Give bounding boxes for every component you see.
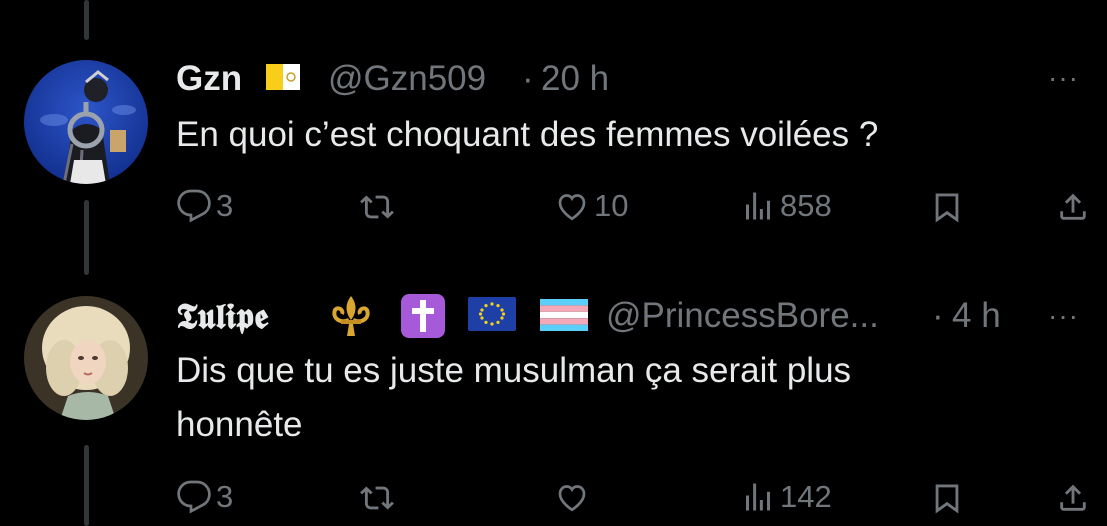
user-handle[interactable]: @Gzn509 [328,59,486,99]
separator-dot: · [522,59,534,98]
tweet-text: En quoi c’est choquant des femmes voilée… [176,115,879,154]
heart-icon [558,485,586,512]
user-handle[interactable]: @PrincessBore... [606,296,879,336]
separator-dot: · [932,296,944,335]
reply-button[interactable]: 3 [176,188,233,224]
share-button[interactable] [1056,480,1090,516]
bookmark-icon [935,484,959,514]
fleur-de-lis-icon [330,294,372,343]
views-icon [746,192,770,220]
like-button[interactable] [554,479,590,515]
tweet-text-line-1: Dis que tu es juste musulman ça serait p… [176,351,852,390]
thread-line-bottom [84,445,89,526]
reply-count: 3 [216,188,234,223]
share-icon [1060,193,1086,220]
views-icon [746,483,770,511]
timestamp[interactable]: 20 h [541,59,609,99]
heart-icon [558,194,586,221]
share-icon [1060,484,1086,511]
like-count: 10 [594,188,629,223]
vatican-flag-icon [266,64,300,95]
repost-button[interactable] [358,190,396,224]
avatar-tulipe[interactable] [24,296,148,420]
views-button[interactable]: 142 [740,479,832,515]
transgender-flag-icon [540,299,588,336]
repost-icon [360,486,394,510]
view-count: 142 [780,479,832,514]
reply-icon [177,480,211,514]
bookmark-icon [935,193,959,223]
bookmark-button[interactable] [930,189,964,225]
reply-count: 3 [216,479,234,514]
like-button[interactable]: 10 [554,188,628,224]
repost-button[interactable] [358,481,396,515]
repost-icon [360,195,394,219]
reply-icon [177,189,211,223]
tweet-text-line-2: honnête [176,405,303,444]
timestamp[interactable]: 4 h [952,296,1001,336]
display-name[interactable]: 𝕿𝖚𝖑𝖎𝖕𝖊 [176,296,268,337]
share-button[interactable] [1056,189,1090,225]
more-options-icon[interactable]: ··· [1048,62,1079,94]
more-options-icon[interactable]: ··· [1048,300,1079,332]
eu-flag-icon [468,297,516,336]
reply-button[interactable]: 3 [176,479,233,515]
display-name[interactable]: Gzn [176,59,242,99]
latin-cross-icon [400,293,446,344]
bookmark-button[interactable] [930,480,964,516]
thread-line-middle [84,200,89,275]
view-count: 858 [780,188,832,223]
views-button[interactable]: 858 [740,188,832,224]
avatar-gzn[interactable] [24,60,148,184]
thread-line-top [84,0,89,40]
